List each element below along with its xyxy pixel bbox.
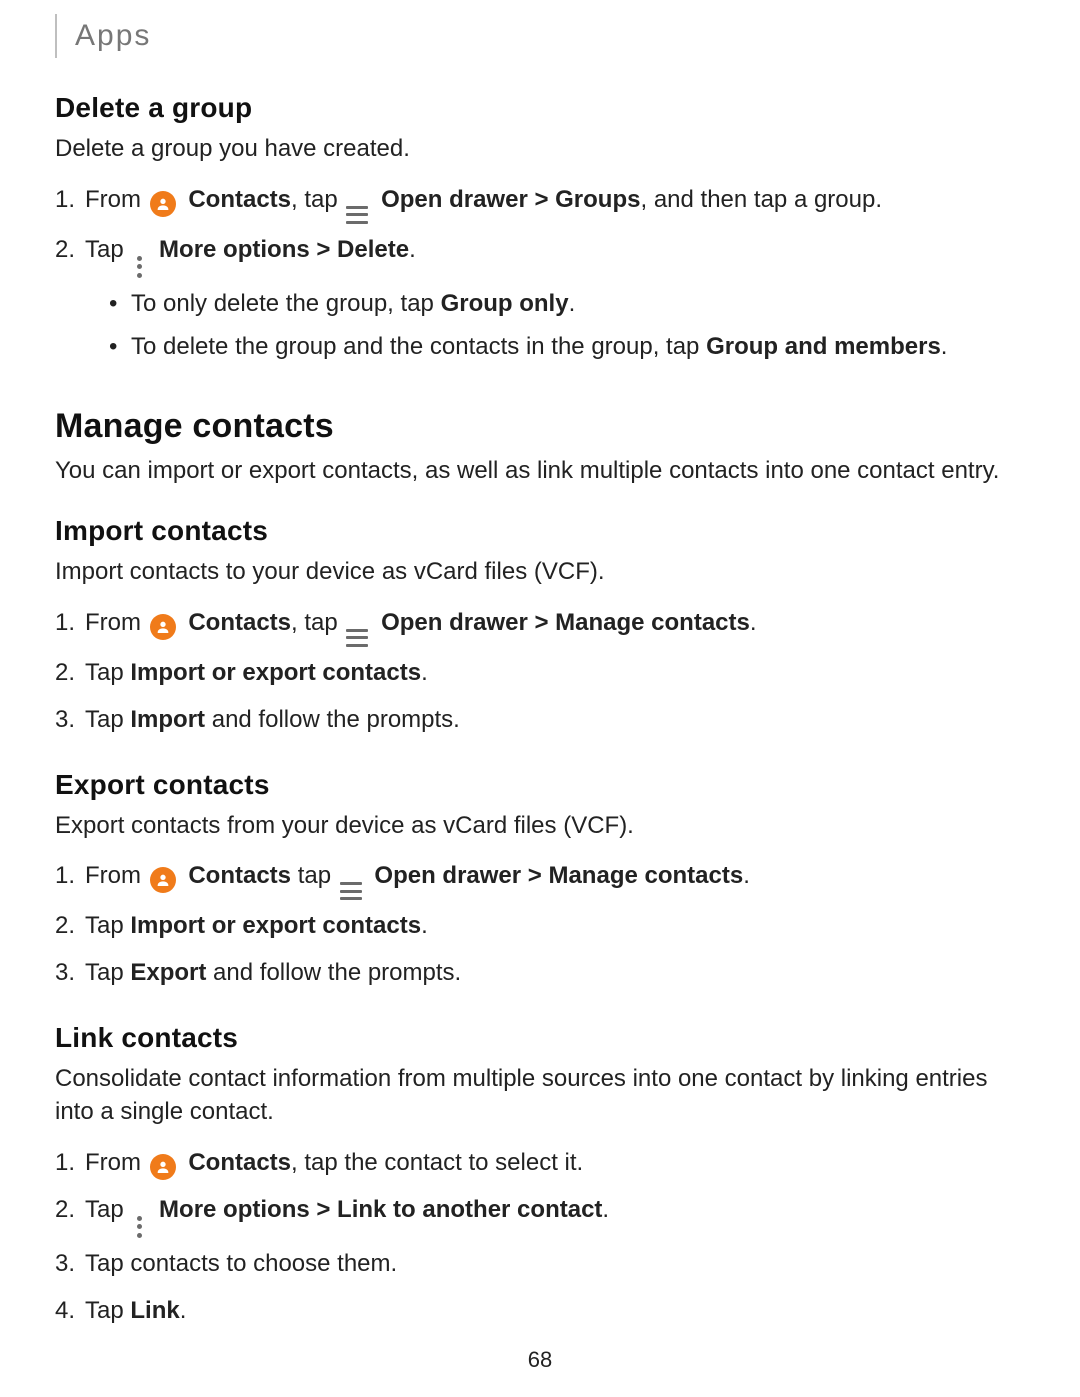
- open-drawer-icon: [346, 206, 368, 224]
- step: From Contacts, tap Open drawer > Manage …: [85, 603, 1025, 647]
- text: , tap: [291, 186, 344, 213]
- step: From Contacts tap Open drawer > Manage c…: [85, 856, 1025, 900]
- heading-export-contacts: Export contacts: [55, 769, 1025, 801]
- intro-manage-contacts: You can import or export contacts, as we…: [55, 454, 1025, 488]
- step: Tap Import and follow the prompts.: [85, 700, 1025, 741]
- heading-import-contacts: Import contacts: [55, 515, 1025, 547]
- contacts-label: Contacts: [188, 862, 291, 889]
- text: Tap contacts to choose them.: [85, 1250, 397, 1277]
- steps-import-contacts: From Contacts, tap Open drawer > Manage …: [55, 603, 1025, 741]
- step: Tap Export and follow the prompts.: [85, 953, 1025, 994]
- text: .: [421, 659, 428, 686]
- text: Tap: [85, 236, 130, 263]
- open-drawer-label: Open drawer > Manage contacts: [381, 609, 750, 636]
- step: Tap More options > Link to another conta…: [85, 1190, 1025, 1238]
- more-options-icon: [134, 1216, 144, 1238]
- text: Tap: [85, 659, 130, 686]
- bold: Group only: [441, 290, 569, 317]
- text: From: [85, 862, 148, 889]
- intro-link-contacts: Consolidate contact information from mul…: [55, 1062, 1025, 1129]
- intro-export-contacts: Export contacts from your device as vCar…: [55, 809, 1025, 843]
- page-header: Apps: [55, 0, 1025, 64]
- sub-bullets: To only delete the group, tap Group only…: [85, 284, 1025, 367]
- bold: Link: [130, 1297, 179, 1324]
- text: Tap: [85, 1297, 130, 1324]
- text: .: [421, 912, 428, 939]
- page-number: 68: [0, 1347, 1080, 1373]
- text: Tap: [85, 959, 130, 986]
- bold: Import: [130, 706, 205, 733]
- bold: Import or export contacts: [130, 912, 421, 939]
- step: Tap More options > Delete. To only delet…: [85, 230, 1025, 367]
- bullet: To only delete the group, tap Group only…: [131, 284, 1025, 324]
- text: , and then tap a group.: [640, 186, 882, 213]
- heading-link-contacts: Link contacts: [55, 1022, 1025, 1054]
- step: From Contacts, tap the contact to select…: [85, 1143, 1025, 1184]
- step: From Contacts, tap Open drawer > Groups,…: [85, 180, 1025, 224]
- text: .: [409, 236, 416, 263]
- more-options-icon: [134, 256, 144, 278]
- heading-delete-group: Delete a group: [55, 92, 1025, 124]
- text: Tap: [85, 1196, 130, 1223]
- text: .: [750, 609, 757, 636]
- contacts-icon: [150, 1154, 176, 1180]
- more-options-label: More options > Delete: [159, 236, 409, 263]
- open-drawer-label: Open drawer > Groups: [381, 186, 640, 213]
- text: , tap the contact to select it.: [291, 1149, 583, 1176]
- contacts-label: Contacts: [188, 1149, 291, 1176]
- text: tap: [291, 862, 338, 889]
- contacts-icon: [150, 614, 176, 640]
- open-drawer-icon: [340, 882, 362, 900]
- text: , tap: [291, 609, 344, 636]
- more-options-label: More options > Link to another contact: [159, 1196, 602, 1223]
- text: and follow the prompts.: [205, 706, 460, 733]
- bold: Export: [130, 959, 206, 986]
- open-drawer-icon: [346, 629, 368, 647]
- intro-delete-group: Delete a group you have created.: [55, 132, 1025, 166]
- text: From: [85, 609, 148, 636]
- steps-link-contacts: From Contacts, tap the contact to select…: [55, 1143, 1025, 1331]
- step: Tap Import or export contacts.: [85, 653, 1025, 694]
- text: From: [85, 186, 148, 213]
- breadcrumb: Apps: [55, 14, 151, 58]
- text: .: [941, 333, 948, 360]
- open-drawer-label: Open drawer > Manage contacts: [374, 862, 743, 889]
- step: Tap Import or export contacts.: [85, 906, 1025, 947]
- text: .: [602, 1196, 609, 1223]
- text: To only delete the group, tap: [131, 290, 441, 317]
- contacts-label: Contacts: [188, 186, 291, 213]
- contacts-icon: [150, 867, 176, 893]
- text: Tap: [85, 912, 130, 939]
- text: From: [85, 1149, 148, 1176]
- text: .: [743, 862, 750, 889]
- text: To delete the group and the contacts in …: [131, 333, 706, 360]
- steps-export-contacts: From Contacts tap Open drawer > Manage c…: [55, 856, 1025, 994]
- intro-import-contacts: Import contacts to your device as vCard …: [55, 555, 1025, 589]
- text: and follow the prompts.: [206, 959, 461, 986]
- text: .: [569, 290, 576, 317]
- bullet: To delete the group and the contacts in …: [131, 327, 1025, 367]
- contacts-icon: [150, 191, 176, 217]
- bold: Import or export contacts: [130, 659, 421, 686]
- bold: Group and members: [706, 333, 941, 360]
- heading-manage-contacts: Manage contacts: [55, 407, 1025, 446]
- step: Tap Link.: [85, 1291, 1025, 1332]
- steps-delete-group: From Contacts, tap Open drawer > Groups,…: [55, 180, 1025, 367]
- contacts-label: Contacts: [188, 609, 291, 636]
- step: Tap contacts to choose them.: [85, 1244, 1025, 1285]
- text: Tap: [85, 706, 130, 733]
- text: .: [180, 1297, 187, 1324]
